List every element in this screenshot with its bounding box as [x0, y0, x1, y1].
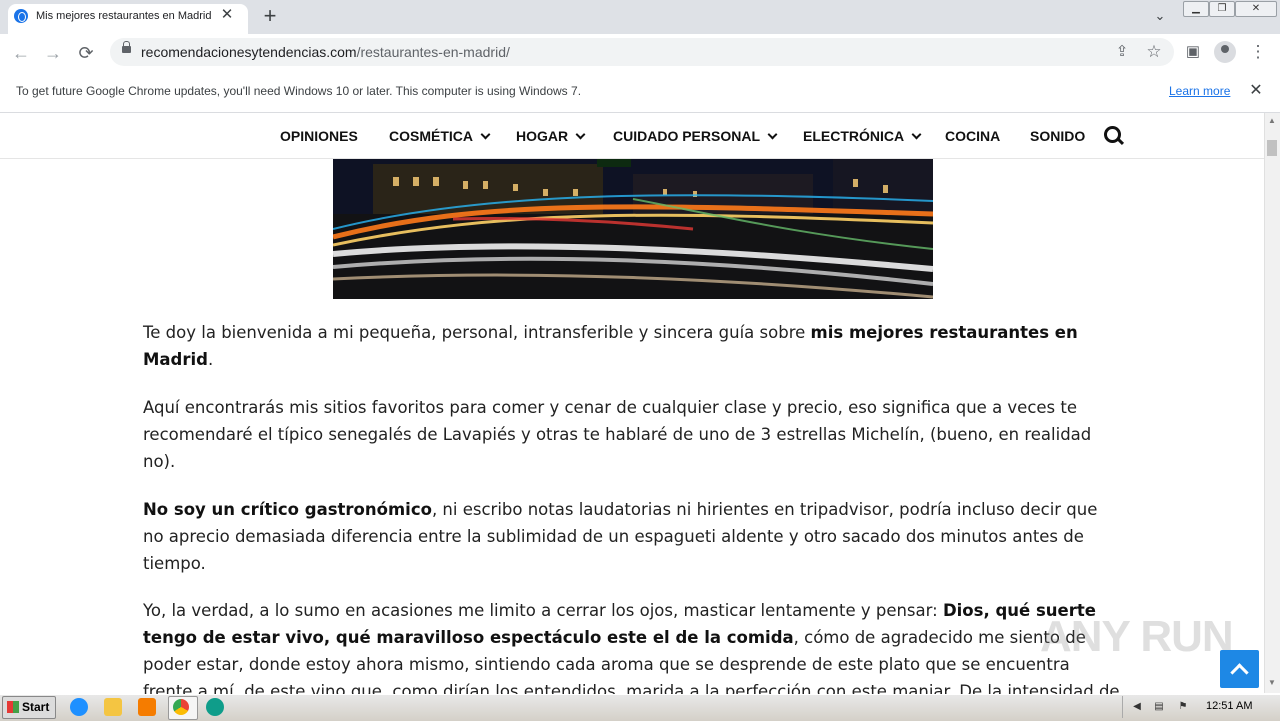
chevron-down-icon: [575, 129, 586, 140]
edge-icon[interactable]: [206, 698, 224, 716]
scrollbar-thumb[interactable]: [1267, 140, 1277, 156]
nav-label: SONIDO: [1030, 128, 1086, 144]
nav-item-cosmetica[interactable]: COSMÉTICA: [389, 128, 491, 144]
nav-item-sonido[interactable]: SONIDO: [1030, 128, 1085, 144]
chevron-down-icon: [911, 129, 922, 140]
restore-button[interactable]: ❐: [1209, 1, 1235, 17]
hero-image: [333, 159, 933, 299]
site-favicon-icon: [14, 9, 28, 23]
paragraph-bold-text: No soy un crítico gastronómico: [143, 500, 432, 519]
nav-label: OPINIONES: [280, 128, 358, 144]
anyrun-watermark: ANY RUN: [1040, 612, 1234, 661]
nav-label: COCINA: [945, 128, 1001, 144]
tab-title: Mis mejores restaurantes en Madrid: [36, 10, 212, 22]
media-player-icon[interactable]: [138, 698, 156, 716]
lock-icon[interactable]: [122, 41, 131, 53]
nav-item-cocina[interactable]: COCINA: [945, 128, 1000, 144]
internet-explorer-icon[interactable]: [70, 698, 88, 716]
article-paragraph-favorites: Aquí encontrarás mis sitios favoritos pa…: [143, 398, 1092, 471]
article-paragraph-intro: Te doy la bienvenida a mi pequeña, perso…: [143, 319, 1123, 373]
article-paragraph-critic: No soy un crítico gastronómico, ni escri…: [143, 496, 1123, 577]
nav-item-hogar[interactable]: HOGAR: [516, 128, 586, 144]
nav-label: CUIDADO PERSONAL: [613, 128, 761, 144]
nav-item-opiniones[interactable]: OPINIONES: [280, 128, 358, 144]
nav-label: HOGAR: [516, 128, 569, 144]
tab-close-icon[interactable]: ✕: [218, 6, 236, 24]
paragraph-text: Te doy la bienvenida a mi pequeña, perso…: [143, 323, 811, 342]
nav-label: COSMÉTICA: [389, 128, 473, 144]
nav-item-electronica[interactable]: ELECTRÓNICA: [803, 128, 922, 144]
back-button[interactable]: ←: [10, 42, 32, 64]
reload-button[interactable]: ⟳: [75, 42, 97, 64]
nav-label: ELECTRÓNICA: [803, 128, 905, 144]
side-panel-icon[interactable]: ▣: [1182, 41, 1204, 63]
action-center-flag-icon[interactable]: ⚑: [1176, 701, 1190, 713]
nav-item-cuidado-personal[interactable]: CUIDADO PERSONAL: [613, 128, 778, 144]
paragraph-text: Yo, la verdad, a lo sumo en acasiones me…: [143, 601, 943, 620]
chrome-menu-icon[interactable]: ⋮: [1247, 41, 1269, 63]
new-tab-button[interactable]: +: [258, 5, 282, 29]
url-host: recomendacionesytendencias.com: [141, 44, 357, 60]
scroll-down-arrow-icon[interactable]: ▼: [1267, 678, 1277, 688]
madrid-night-traffic-image: [333, 159, 933, 299]
url-text[interactable]: recomendacionesytendencias.com/restauran…: [141, 44, 510, 60]
bookmark-star-icon[interactable]: ☆: [1143, 41, 1165, 63]
infobar-message: To get future Google Chrome updates, you…: [16, 84, 582, 98]
page-scrollbar[interactable]: [1264, 113, 1280, 693]
start-label: Start: [22, 700, 50, 714]
scroll-up-arrow-icon[interactable]: ▲: [1267, 116, 1277, 126]
tab-search-icon[interactable]: ⌄: [1150, 8, 1170, 26]
start-button[interactable]: Start: [2, 696, 56, 719]
minimize-button[interactable]: ▁: [1183, 1, 1209, 17]
infobar-close-icon[interactable]: ✕: [1246, 81, 1266, 101]
search-icon[interactable]: [1104, 126, 1121, 143]
chevron-down-icon: [767, 129, 778, 140]
learn-more-link[interactable]: Learn more: [1169, 84, 1230, 98]
forward-button[interactable]: →: [42, 42, 64, 64]
url-path: /restaurantes-en-madrid/: [356, 44, 510, 60]
profile-avatar[interactable]: [1214, 41, 1236, 63]
window-close-button[interactable]: ✕: [1235, 1, 1277, 17]
chrome-icon: [173, 699, 189, 715]
taskbar-clock[interactable]: 12:51 AM: [1206, 700, 1252, 712]
back-to-top-button[interactable]: [1220, 650, 1259, 688]
windows-logo-icon: [7, 701, 19, 713]
share-icon[interactable]: ⇪: [1111, 41, 1133, 63]
volume-icon[interactable]: ◀: [1130, 701, 1144, 713]
network-icon[interactable]: ▤: [1152, 701, 1166, 713]
article-paragraph-gratitude: Yo, la verdad, a lo sumo en acasiones me…: [143, 597, 1123, 694]
system-tray: [1122, 696, 1279, 718]
file-explorer-icon[interactable]: [104, 698, 122, 716]
paragraph-text: .: [207, 350, 214, 369]
chevron-down-icon: [480, 129, 491, 140]
